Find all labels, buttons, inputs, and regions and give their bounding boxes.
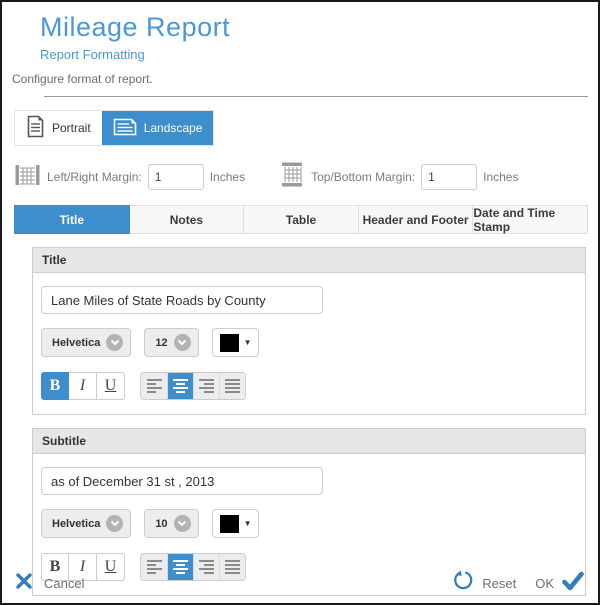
subtitle-text-input[interactable] xyxy=(41,467,323,495)
chevron-down-icon xyxy=(106,334,123,351)
subtitle-font-family-dropdown[interactable]: Helvetica xyxy=(41,509,131,538)
color-swatch-black xyxy=(220,334,239,352)
portrait-label: Portrait xyxy=(52,121,91,135)
title-align-justify-button[interactable] xyxy=(219,373,245,399)
caret-down-icon: ▼ xyxy=(244,338,252,347)
title-biu-group: B I U xyxy=(41,372,125,400)
description-text: Configure format of report. xyxy=(2,62,598,86)
align-left-icon xyxy=(147,379,162,393)
dialog-footer: Cancel Reset OK xyxy=(2,563,598,603)
landscape-button[interactable]: Landscape xyxy=(102,111,214,145)
orientation-toggle: Portrait Landscape xyxy=(14,110,214,146)
reset-button[interactable]: Reset xyxy=(453,570,516,596)
portrait-page-icon xyxy=(26,115,45,141)
page-subtitle: Report Formatting xyxy=(40,47,588,62)
title-underline-button[interactable]: U xyxy=(97,372,125,400)
reset-icon xyxy=(453,570,474,596)
title-panel-body: Helvetica 12 ▼ B xyxy=(33,273,585,414)
title-font-family-value: Helvetica xyxy=(52,337,100,349)
title-font-family-dropdown[interactable]: Helvetica xyxy=(41,328,131,357)
ok-button[interactable]: OK xyxy=(535,571,584,596)
tab-notes[interactable]: Notes xyxy=(130,205,245,234)
left-right-margin-input[interactable] xyxy=(148,164,204,190)
ok-label: OK xyxy=(535,576,554,591)
footer-actions: Reset OK xyxy=(453,570,584,596)
cancel-label: Cancel xyxy=(44,576,84,591)
subtitle-font-color-picker[interactable]: ▼ xyxy=(212,509,260,538)
title-font-color-picker[interactable]: ▼ xyxy=(212,328,260,357)
subtitle-font-size-dropdown[interactable]: 10 xyxy=(144,509,198,538)
margins-row: Left/Right Margin: Inches Top/ xyxy=(14,161,598,193)
color-swatch-black xyxy=(220,515,239,533)
title-font-row: Helvetica 12 ▼ xyxy=(41,328,577,357)
top-bottom-margin-label: Top/Bottom Margin: xyxy=(311,170,415,184)
subtitle-panel-header: Subtitle xyxy=(33,429,585,454)
left-right-margin-unit: Inches xyxy=(210,170,245,184)
title-italic-button[interactable]: I xyxy=(69,372,97,400)
title-align-right-button[interactable] xyxy=(193,373,219,399)
top-bottom-margin-unit: Inches xyxy=(483,170,518,184)
landscape-page-icon xyxy=(113,117,137,140)
left-right-margin-icon xyxy=(14,162,41,193)
tab-date-and-time-stamp[interactable]: Date and Time Stamp xyxy=(473,205,588,234)
title-style-row: B I U xyxy=(41,372,577,400)
subtitle-font-size-value: 10 xyxy=(155,518,167,530)
subtitle-font-family-value: Helvetica xyxy=(52,518,100,530)
top-bottom-margin-group: Top/Bottom Margin: Inches xyxy=(279,161,518,193)
dialog-header: Mileage Report Report Formatting xyxy=(2,2,598,62)
top-bottom-margin-icon xyxy=(279,161,305,193)
subtitle-font-row: Helvetica 10 ▼ xyxy=(41,509,577,538)
mileage-report-dialog: Mileage Report Report Formatting Configu… xyxy=(0,0,600,605)
title-panel: Title Helvetica 12 ▼ xyxy=(32,247,586,415)
ok-checkmark-icon xyxy=(562,571,584,596)
chevron-down-icon xyxy=(174,334,191,351)
chevron-down-icon xyxy=(106,515,123,532)
title-bold-button[interactable]: B xyxy=(41,372,69,400)
top-bottom-margin-input[interactable] xyxy=(421,164,477,190)
left-right-margin-label: Left/Right Margin: xyxy=(47,170,142,184)
tab-table[interactable]: Table xyxy=(244,205,359,234)
page-title: Mileage Report xyxy=(40,12,588,43)
left-right-margin-group: Left/Right Margin: Inches xyxy=(14,162,245,193)
reset-label: Reset xyxy=(482,576,516,591)
title-text-input[interactable] xyxy=(41,286,323,314)
title-font-size-dropdown[interactable]: 12 xyxy=(144,328,198,357)
align-justify-icon xyxy=(225,379,240,393)
cancel-button[interactable]: Cancel xyxy=(16,573,84,594)
tab-title[interactable]: Title xyxy=(14,205,130,234)
cancel-x-icon xyxy=(16,573,32,594)
caret-down-icon: ▼ xyxy=(244,519,252,528)
title-align-left-button[interactable] xyxy=(141,373,167,399)
title-align-group xyxy=(140,372,246,400)
align-right-icon xyxy=(199,379,214,393)
title-panel-header: Title xyxy=(33,248,585,273)
chevron-down-icon xyxy=(174,515,191,532)
title-font-size-value: 12 xyxy=(155,337,167,349)
align-center-icon xyxy=(173,379,188,393)
title-align-center-button[interactable] xyxy=(167,373,193,399)
section-tabs: Title Notes Table Header and Footer Date… xyxy=(14,205,588,234)
portrait-button[interactable]: Portrait xyxy=(15,111,102,145)
divider xyxy=(44,96,588,97)
tab-header-and-footer[interactable]: Header and Footer xyxy=(359,205,474,234)
landscape-label: Landscape xyxy=(144,121,203,135)
